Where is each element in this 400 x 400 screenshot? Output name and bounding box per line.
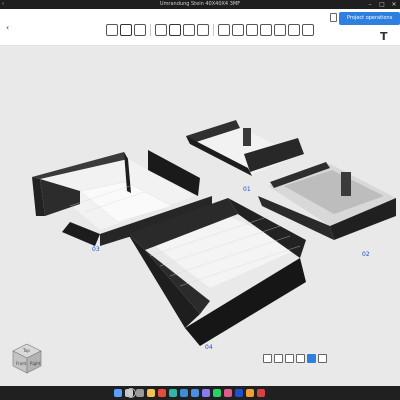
zoom-in-icon[interactable] bbox=[274, 354, 283, 363]
close-button[interactable]: ✕ bbox=[388, 0, 400, 9]
project-operations-button[interactable]: Project operations bbox=[339, 12, 400, 25]
app-icon[interactable] bbox=[224, 389, 232, 397]
model-label-02: 02 bbox=[362, 251, 370, 258]
window-controls: – □ ✕ bbox=[364, 0, 400, 9]
support-icon[interactable] bbox=[302, 24, 314, 36]
hollow-icon[interactable] bbox=[288, 24, 300, 36]
project-icon[interactable] bbox=[330, 13, 337, 22]
scale-icon[interactable] bbox=[232, 24, 244, 36]
windows-icon[interactable] bbox=[114, 389, 122, 397]
app3-icon[interactable] bbox=[257, 389, 265, 397]
zoom-out-icon[interactable] bbox=[285, 354, 294, 363]
view-cube-top-label: Top bbox=[23, 348, 30, 353]
files-icon[interactable] bbox=[147, 389, 155, 397]
pattern-icon[interactable] bbox=[155, 24, 167, 36]
taskview-icon[interactable] bbox=[136, 389, 144, 397]
cube-add-icon[interactable] bbox=[106, 24, 118, 36]
mirror-icon[interactable] bbox=[260, 24, 272, 36]
mail-icon[interactable] bbox=[191, 389, 199, 397]
minimize-button[interactable]: – bbox=[364, 0, 376, 9]
photos-icon[interactable] bbox=[202, 389, 210, 397]
back-button[interactable]: ‹ bbox=[6, 23, 9, 32]
repair-icon[interactable] bbox=[274, 24, 286, 36]
view-3d-icon[interactable] bbox=[307, 354, 316, 363]
toolbar-divider bbox=[213, 24, 214, 36]
grid-icon[interactable] bbox=[120, 24, 132, 36]
main-toolbar: ‹ Project operations T bbox=[0, 9, 400, 46]
anycubic-icon[interactable] bbox=[235, 389, 243, 397]
window-title: Umrandung Stein 40X40X4 3MF bbox=[159, 1, 241, 7]
taskbar-apps bbox=[114, 389, 265, 397]
toolbar-divider bbox=[150, 24, 151, 36]
layout-icon[interactable] bbox=[197, 24, 209, 36]
taskbar-search-icon[interactable] bbox=[126, 388, 136, 398]
grid-small-icon[interactable] bbox=[169, 24, 181, 36]
app2-icon[interactable] bbox=[246, 389, 254, 397]
view-cube-right-label: Right bbox=[30, 361, 41, 366]
select-mode-icon[interactable] bbox=[296, 354, 305, 363]
sphere-icon[interactable] bbox=[183, 24, 195, 36]
view-cube-icon[interactable] bbox=[9, 340, 45, 376]
chrome-icon[interactable] bbox=[158, 389, 166, 397]
tool-strip bbox=[106, 22, 314, 38]
view-front-icon[interactable] bbox=[318, 354, 327, 363]
view-cube[interactable]: Front Right Top bbox=[9, 340, 45, 376]
os-taskbar bbox=[0, 386, 400, 400]
edge-icon[interactable] bbox=[169, 389, 177, 397]
store-icon[interactable] bbox=[180, 389, 188, 397]
move-icon[interactable] bbox=[218, 24, 230, 36]
maximize-button[interactable]: □ bbox=[376, 0, 388, 9]
text-icon[interactable]: T bbox=[380, 30, 388, 43]
view-cube-front-label: Front bbox=[16, 361, 27, 366]
view-controls bbox=[263, 354, 327, 363]
title-bar: ‹ Umrandung Stein 40X40X4 3MF – □ ✕ bbox=[0, 0, 400, 9]
scene-canvas[interactable] bbox=[0, 46, 400, 386]
image-icon[interactable] bbox=[134, 24, 146, 36]
3d-viewport[interactable]: 03 04 01 02 bbox=[0, 46, 400, 386]
model-01[interactable] bbox=[186, 120, 304, 176]
model-label-04: 04 bbox=[205, 344, 213, 351]
model-label-01: 01 bbox=[243, 186, 251, 193]
rotate-icon[interactable] bbox=[246, 24, 258, 36]
whatsapp-icon[interactable] bbox=[213, 389, 221, 397]
fit-view-icon[interactable] bbox=[263, 354, 272, 363]
model-label-03: 03 bbox=[92, 246, 100, 253]
